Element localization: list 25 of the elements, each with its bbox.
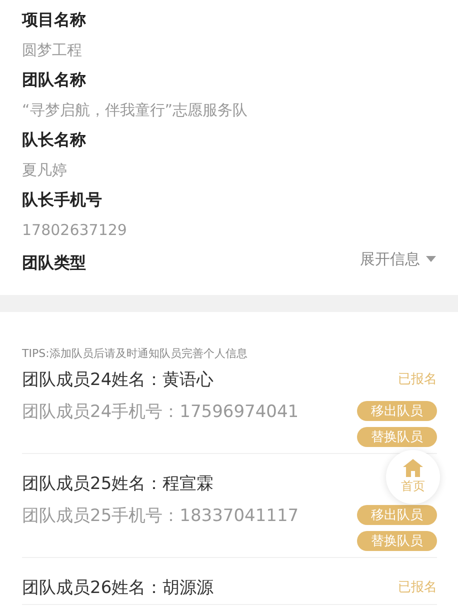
member-name: 团队成员26姓名：胡源源 bbox=[22, 576, 214, 598]
home-icon bbox=[403, 459, 423, 477]
tips-text: TIPS:添加队员后请及时通知队员完善个人信息 bbox=[21, 346, 248, 362]
field-label: 队长手机号 bbox=[22, 189, 103, 211]
expand-button[interactable]: 展开信息 bbox=[360, 250, 436, 268]
replace-member-button[interactable]: 替换队员 bbox=[357, 531, 437, 551]
member-phone: 团队成员25手机号：18337041117 bbox=[22, 504, 299, 526]
member-name: 团队成员25姓名：程宣霖 bbox=[22, 472, 214, 494]
status-label: 已报名 bbox=[398, 371, 437, 388]
member-name: 团队成员24姓名：黄语心 bbox=[22, 368, 214, 390]
field-label: 队长名称 bbox=[22, 129, 87, 151]
caret-icon bbox=[426, 256, 436, 262]
field-label: 团队类型 bbox=[22, 252, 86, 274]
status-label: 已报名 bbox=[398, 579, 437, 596]
field-value: 圆梦工程 bbox=[22, 40, 83, 61]
field-value: 17802637129 bbox=[22, 220, 128, 241]
field-label: 团队名称 bbox=[22, 69, 87, 91]
remove-member-button[interactable]: 移出队员 bbox=[357, 401, 437, 421]
field-label: 项目名称 bbox=[22, 9, 87, 31]
field-value: 夏凡婷 bbox=[22, 160, 68, 181]
home-button[interactable]: 首页 bbox=[386, 450, 440, 504]
remove-member-button[interactable]: 移出队员 bbox=[357, 505, 437, 525]
field-value: “寻梦启航，伴我童行”志愿服务队 bbox=[22, 100, 249, 121]
replace-member-button[interactable]: 替换队员 bbox=[357, 427, 437, 447]
member-phone: 团队成员24手机号：17596974041 bbox=[22, 400, 299, 422]
